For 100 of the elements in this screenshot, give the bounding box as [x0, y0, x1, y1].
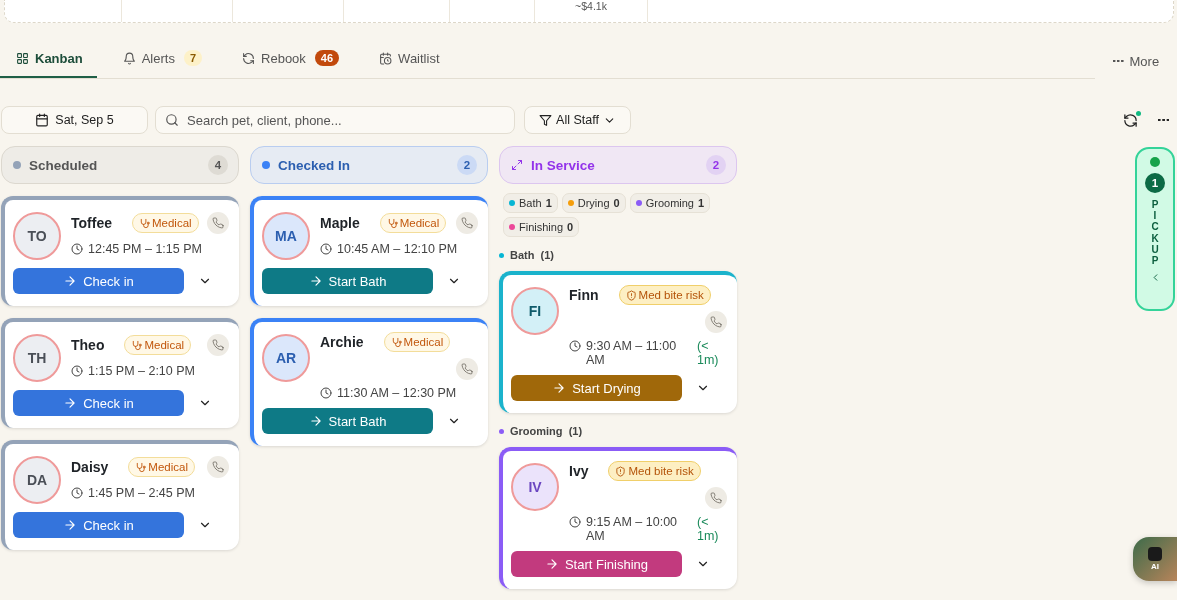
count-badge: 7 [183, 50, 203, 66]
action-button[interactable]: Start Drying [511, 375, 682, 401]
call-button[interactable] [456, 212, 478, 234]
stage-chip[interactable]: Grooming 1 [629, 193, 711, 213]
calendar-clock-icon [379, 51, 393, 65]
call-button[interactable] [207, 334, 229, 356]
pet-avatar: IV [511, 463, 559, 511]
stethoscope-icon [138, 217, 150, 229]
alert-badge: Medical [379, 213, 447, 233]
staff-filter[interactable]: All Staff [524, 106, 631, 134]
action-button[interactable]: Check in [13, 268, 184, 294]
group-label: Bath (1) [510, 249, 554, 261]
phone-icon [212, 339, 224, 351]
tab[interactable]: Alerts 7 [106, 40, 217, 78]
filter-icon [539, 113, 553, 127]
action-button[interactable]: Start Finishing [511, 551, 682, 577]
count-badge: 4 [208, 155, 228, 175]
count-badge: 46 [314, 50, 340, 66]
phone-icon [212, 461, 224, 473]
action-button[interactable]: Start Bath [262, 268, 433, 294]
tab[interactable]: Rebook 46 [226, 40, 354, 78]
phone-icon [710, 492, 722, 504]
phone-icon [461, 217, 473, 229]
pet-name: Ivy [569, 463, 589, 479]
stethoscope-icon [131, 339, 143, 351]
more-button[interactable]: More [1107, 52, 1166, 70]
phone-icon [461, 363, 473, 375]
stage-chip[interactable]: Finishing 0 [503, 217, 580, 237]
shield-alert-icon [625, 289, 637, 301]
action-button[interactable]: Check in [13, 390, 184, 416]
ai-assistant-button[interactable]: AI [1133, 537, 1177, 581]
call-button[interactable] [456, 358, 478, 380]
stethoscope-icon [135, 461, 147, 473]
clock-icon [569, 340, 581, 352]
call-button[interactable] [207, 456, 229, 478]
calendar-icon [35, 113, 50, 127]
sync-button[interactable] [1122, 112, 1138, 128]
search-field[interactable]: Search pet, client, phone... [155, 106, 515, 134]
pet-avatar: MA [262, 212, 310, 260]
clock-icon [320, 387, 332, 399]
arrow-right-icon [308, 274, 323, 288]
alert-badge: Medical [383, 332, 451, 352]
alert-badge: Medical [128, 457, 195, 477]
grid-icon [16, 51, 29, 65]
count-badge: 1 [1145, 173, 1165, 193]
clock-icon [320, 243, 332, 255]
pet-avatar: AR [262, 334, 310, 382]
pet-avatar: FI [511, 287, 559, 335]
pet-avatar: TO [13, 212, 61, 260]
column-title: Scheduled [29, 157, 99, 173]
pet-name: Toffee [71, 215, 112, 231]
pickup-panel[interactable]: 1 PICKUP [1135, 147, 1175, 311]
pickup-label: PICKUP [1151, 199, 1159, 267]
column-title: Checked In [278, 157, 352, 173]
call-button[interactable] [705, 311, 727, 333]
phone-icon [710, 316, 722, 328]
stage-chip[interactable]: Drying 0 [561, 193, 626, 213]
group-label: Grooming (1) [510, 425, 583, 437]
bell-icon [122, 51, 136, 65]
arrow-right-icon [308, 414, 323, 428]
pet-name: Archie [320, 334, 364, 350]
call-button[interactable] [705, 487, 727, 509]
appointment-time: 12:45 PM – 1:15 PM [88, 242, 202, 256]
arrow-right-icon [63, 396, 78, 410]
alert-badge: Medical [124, 335, 192, 355]
phone-icon [212, 217, 224, 229]
appointment-time: 11:30 AM – 12:30 PM [337, 386, 457, 400]
count-badge: 2 [706, 155, 726, 175]
arrow-right-icon [63, 274, 78, 288]
shield-alert-icon [615, 465, 627, 477]
arrow-right-icon [552, 381, 567, 395]
action-button[interactable]: Start Bath [262, 408, 433, 434]
date-picker[interactable]: Sat, Sep 5 [1, 106, 148, 134]
appointment-time: 9:15 AM – 10:00 AM [586, 515, 679, 543]
logo-icon [1148, 547, 1162, 561]
clock-icon [71, 487, 83, 499]
call-button[interactable] [207, 212, 229, 234]
refresh-icon [242, 51, 256, 65]
stage-chip[interactable]: Bath 1 [503, 193, 558, 213]
alert-badge: Med bite risk [608, 461, 701, 481]
arrow-right-icon [544, 557, 559, 571]
alert-badge: Medical [131, 213, 199, 233]
pet-name: Finn [569, 287, 599, 303]
stethoscope-icon [390, 336, 402, 348]
tab[interactable]: Kanban [0, 40, 97, 78]
appointment-time: 1:45 PM – 2:45 PM [88, 486, 195, 500]
action-button[interactable]: Check in [13, 512, 184, 538]
alert-badge: Med bite risk [618, 285, 711, 305]
tab[interactable]: Waitlist [363, 40, 454, 78]
clock-icon [569, 516, 581, 528]
stethoscope-icon [386, 217, 398, 229]
appointment-time: 10:45 AM – 12:10 PM [337, 242, 458, 256]
appointment-time: 1:15 PM – 2:10 PM [88, 364, 195, 378]
appointment-time: 9:30 AM – 11:00 AM [586, 339, 678, 367]
elapsed-time: (< 1m) [697, 339, 720, 367]
status-dot [1150, 157, 1160, 167]
count-badge: 2 [457, 155, 477, 175]
pet-avatar: DA [13, 456, 61, 504]
pet-name: Theo [71, 337, 105, 353]
expand-icon [511, 159, 523, 171]
